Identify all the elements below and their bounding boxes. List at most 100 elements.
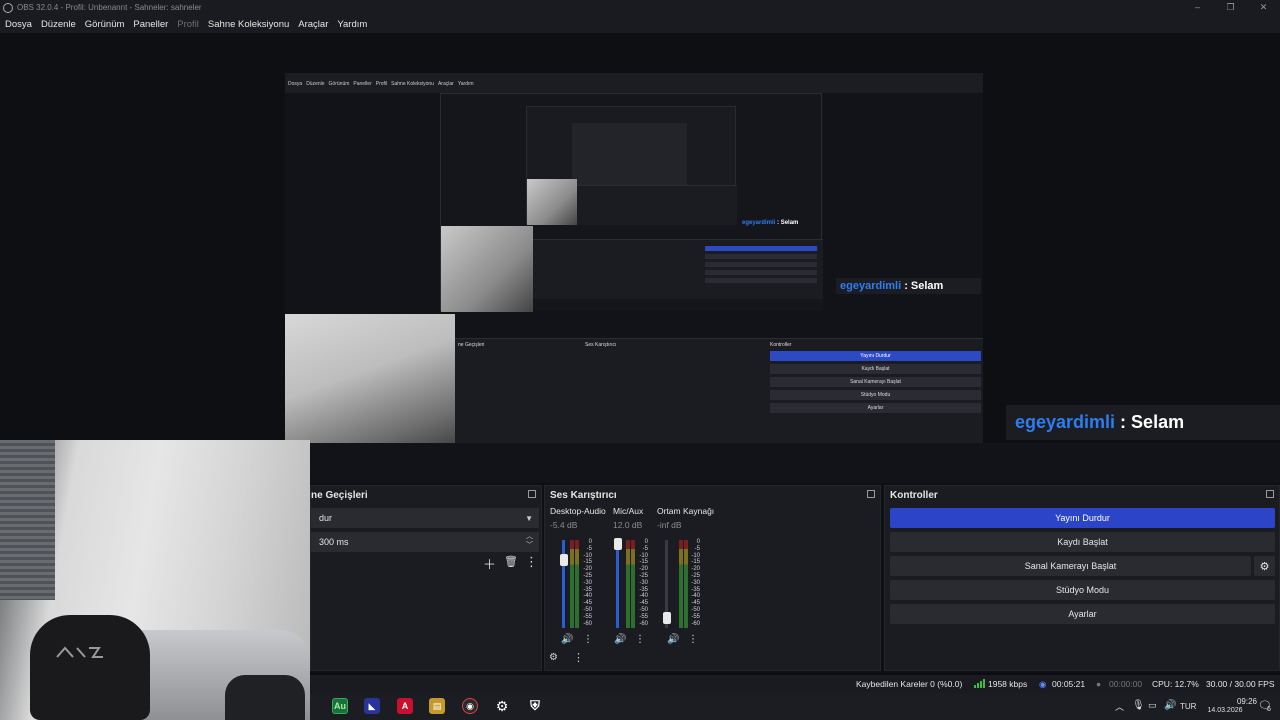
nested-docks: [533, 239, 823, 299]
gaming-chair: [30, 615, 150, 720]
more-icon[interactable]: ⋮: [635, 634, 645, 645]
nested-chat-3: egeyardimli : Selam: [742, 220, 799, 226]
start-recording-button[interactable]: Kaydı Başlat: [890, 532, 1275, 552]
channel-name: Ortam Kaynağı: [657, 506, 715, 516]
menu-help[interactable]: Yardım: [333, 19, 371, 30]
obs-icon[interactable]: ◉: [462, 698, 478, 714]
meter-scale: 0 -5 -10 -15 -20 -25 -30 -35 -40 -45 -50 -55 -60: [691, 539, 700, 627]
audition-icon[interactable]: Au: [332, 698, 348, 714]
bag-shape: [225, 675, 305, 720]
stream-time: 00:05:21: [1052, 679, 1086, 689]
app-icon[interactable]: ◣: [364, 698, 380, 714]
acrobat-icon[interactable]: A: [397, 698, 413, 714]
chat-username: egeyardimli: [1015, 412, 1116, 432]
fader-handle[interactable]: [614, 538, 622, 550]
more-icon[interactable]: ⋮: [583, 634, 593, 645]
security-shield-icon[interactable]: ⛨: [527, 698, 543, 714]
close-button[interactable]: ✕: [1247, 0, 1280, 15]
audio-mixer-panel: Ses Karıştırıcı Desktop-Audio -5.4 dB 0-…: [544, 485, 881, 671]
level-meter: [626, 540, 630, 628]
network-icon[interactable]: ▭: [1148, 700, 1157, 711]
duration-value: 300 ms: [319, 537, 349, 547]
record-icon: ●: [1096, 679, 1102, 689]
nested-preview-2: egeyardimli : Selam: [526, 106, 798, 226]
volume-icon[interactable]: 🔊: [1164, 700, 1176, 711]
language-indicator[interactable]: TUR: [1180, 702, 1196, 711]
bitrate: 1958 kbps: [988, 679, 1028, 689]
channel-db: -5.4 dB: [550, 520, 578, 530]
nested-preview-3: [572, 123, 687, 187]
menu-view[interactable]: Görünüm: [81, 19, 129, 30]
mic-icon[interactable]: 🎙: [1132, 700, 1145, 711]
menu-edit[interactable]: Düzenle: [37, 19, 80, 30]
webcam-feed: [0, 440, 310, 720]
preview-area[interactable]: Dosya Düzenle Görünüm Paneller Profil Sahne K…: [0, 33, 1280, 466]
chair-logo: [55, 645, 107, 664]
meter-scale: 0 -5 -10 -15 -20 -25 -30 -35 -40 -45 -50 -55 -60: [583, 539, 592, 627]
more-icon[interactable]: ⋮: [573, 651, 584, 664]
gear-icon[interactable]: ⚙: [1254, 556, 1275, 576]
nested-preview: egeyardimli : Selam egeyardimli : Selam: [440, 93, 823, 312]
more-icon[interactable]: ⋮: [525, 554, 538, 570]
nested-status: [533, 299, 823, 311]
scene-transitions-title: ne Geçişleri: [311, 489, 368, 501]
controls-title: Kontroller: [890, 489, 938, 501]
window-controls: – ❐ ✕: [1181, 0, 1280, 15]
settings-gear-icon[interactable]: ⚙: [494, 698, 510, 714]
chat-message: Selam: [1131, 412, 1185, 432]
tray-chevron-icon[interactable]: ︿: [1115, 700, 1124, 713]
scene-transitions-panel: ne Geçişleri dur ▼ 300 ms ︿ ﹀ ＋ 🗑 ⋮: [310, 485, 542, 671]
add-icon[interactable]: ＋: [483, 554, 496, 573]
more-icon[interactable]: ⋮: [688, 634, 698, 645]
fader-handle[interactable]: [560, 554, 568, 566]
maximize-button[interactable]: ❐: [1214, 0, 1247, 15]
preview-canvas: Dosya Düzenle Görünüm Paneller Profil Sahne K…: [285, 73, 983, 466]
nested-webcam-3: [527, 179, 577, 225]
speaker-icon[interactable]: 🔊: [614, 634, 626, 645]
window-title: OBS 32.0.4 - Profil: Unbenannt - Sahnele…: [17, 3, 202, 12]
speaker-icon[interactable]: 🔊: [561, 634, 573, 645]
stop-stream-button[interactable]: Yayını Durdur: [890, 508, 1275, 528]
controls-panel: Kontroller Yayını Durdur Kaydı Başlat Sa…: [884, 485, 1280, 671]
transition-select[interactable]: dur ▼: [311, 508, 539, 528]
minimize-button[interactable]: –: [1181, 0, 1214, 15]
title-bar: OBS 32.0.4 - Profil: Unbenannt - Sahnele…: [0, 0, 1280, 15]
winrar-icon[interactable]: ▤: [429, 698, 445, 714]
duration-spinbox[interactable]: 300 ms ︿ ﹀: [311, 532, 539, 552]
clock-date[interactable]: 14.03.2026: [1203, 707, 1247, 714]
settings-button[interactable]: Ayarlar: [890, 604, 1275, 624]
spin-arrows-icon[interactable]: ︿ ﹀: [526, 532, 533, 550]
dock-strip: [310, 443, 1280, 483]
speaker-icon[interactable]: 🔊: [667, 634, 679, 645]
level-meter: [679, 540, 683, 628]
channel-name: Desktop-Audio: [550, 506, 606, 516]
menu-file[interactable]: Dosya: [1, 19, 36, 30]
advanced-audio-icon[interactable]: ⚙: [549, 652, 558, 663]
channel-db: -inf dB: [657, 520, 682, 530]
fader-handle[interactable]: [663, 612, 671, 624]
mixer-channel-desktop: Desktop-Audio -5.4 dB 0 -5 -10 -15 -20 -25 -30…: [550, 506, 606, 646]
nested-docks-1: ne Geçişleri Ses Karıştırıcı Kontroller …: [455, 338, 983, 448]
volume-fader[interactable]: [616, 540, 619, 628]
taskbar: Au ◣ A ▤ ◉ ⚙ ⛨ ︿ 🎙 ▭ 🔊 TUR 09:26 14.03.2…: [310, 693, 1280, 720]
start-virtual-camera-button[interactable]: Sanal Kamerayı Başlat: [890, 556, 1251, 576]
meter-scale: 0 -5 -10 -15 -20 -25 -30 -35 -40 -45 -50 -55 -60: [639, 539, 648, 627]
menu-tools[interactable]: Araçlar: [294, 19, 332, 30]
chair-logo-mark: [56, 646, 103, 658]
chevron-down-icon: ▼: [525, 514, 533, 523]
notification-count: 6: [1267, 706, 1271, 713]
menu-docks[interactable]: Paneller: [129, 19, 172, 30]
trash-icon[interactable]: 🗑: [504, 555, 518, 568]
float-icon[interactable]: [1266, 490, 1274, 498]
menu-profile[interactable]: Profil: [173, 19, 203, 30]
stream-icon: ◉: [1039, 679, 1047, 689]
nested-webcam-2: [441, 226, 533, 312]
chat-overlay: egeyardimli : Selam: [1006, 405, 1280, 440]
float-icon[interactable]: [528, 490, 536, 498]
nested-obs-menubar: Dosya Düzenle Görünüm Paneller Profil Sahne K…: [285, 73, 983, 93]
transition-value: dur: [319, 513, 333, 523]
menu-scene-collection[interactable]: Sahne Koleksiyonu: [204, 19, 293, 30]
status-bar: Kaybedilen Kareler 0 (%0.0) 1958 kbps ◉ …: [310, 675, 1280, 693]
studio-mode-button[interactable]: Stüdyo Modu: [890, 580, 1275, 600]
float-icon[interactable]: [867, 490, 875, 498]
